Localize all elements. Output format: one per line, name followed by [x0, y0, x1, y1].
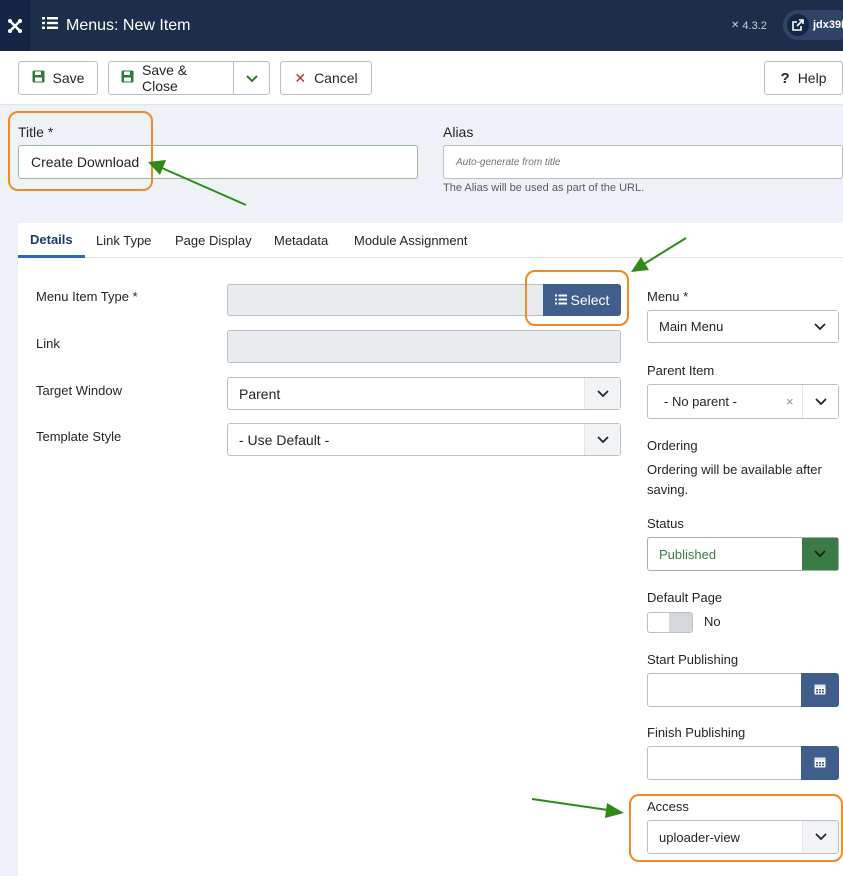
joomla-small-icon: ✕: [731, 20, 740, 31]
chevron-down-icon: [802, 538, 838, 570]
calendar-icon: [814, 755, 826, 771]
tab-page-display[interactable]: Page Display: [175, 223, 252, 258]
chevron-down-icon: [245, 70, 258, 86]
status-value: Published: [659, 546, 717, 562]
template-style-value: - Use Default -: [239, 431, 330, 448]
save-close-button[interactable]: Save & Close: [108, 61, 234, 95]
finish-publishing-input[interactable]: [647, 746, 802, 780]
tab-module-assignment[interactable]: Module Assignment: [354, 223, 467, 258]
target-window-label: Target Window: [36, 383, 122, 398]
link-label: Link: [36, 336, 60, 351]
menu-value: Main Menu: [659, 319, 724, 334]
toolbar: Save Save & Close ✕ Cancel ? Help: [0, 51, 843, 105]
user-menu-button[interactable]: jdx39B: [783, 10, 843, 40]
list-icon: [42, 16, 58, 35]
version-badge: ✕ 4.3.2: [731, 0, 767, 51]
header-bar: Menus: New Item ✕ 4.3.2 jdx39B: [0, 0, 843, 51]
close-icon: ✕: [294, 69, 307, 86]
default-page-label: Default Page: [647, 590, 723, 605]
toggle-knob: [669, 613, 692, 632]
tab-bar: Details Link Type Page Display Metadata …: [18, 223, 843, 258]
chevron-down-icon: [584, 378, 620, 409]
access-value: uploader-view: [659, 829, 740, 845]
joomla-logo-icon[interactable]: [0, 0, 30, 51]
start-publishing-calendar-button[interactable]: [801, 673, 839, 707]
target-window-select[interactable]: Parent: [227, 377, 621, 410]
help-label: Help: [797, 70, 827, 86]
cancel-label: Cancel: [314, 70, 358, 86]
title-value: Create Download: [31, 154, 140, 170]
external-link-icon: [787, 14, 809, 36]
user-name: jdx39B: [813, 19, 843, 31]
title-input[interactable]: Create Download: [18, 145, 418, 179]
access-select[interactable]: uploader-view: [647, 820, 839, 854]
alias-label: Alias: [443, 124, 474, 140]
parent-item-label: Parent Item: [647, 363, 715, 378]
select-menu-item-type-button[interactable]: Select: [543, 284, 621, 316]
ordering-text: Ordering will be available after saving.: [647, 462, 822, 497]
page-title-text: Menus: New Item: [66, 16, 191, 34]
template-style-label: Template Style: [36, 429, 122, 444]
tab-metadata[interactable]: Metadata: [274, 223, 328, 258]
save-label: Save: [52, 70, 85, 86]
finish-publishing-calendar-button[interactable]: [801, 746, 839, 780]
alias-placeholder: Auto-generate from title: [456, 156, 561, 168]
help-button[interactable]: ? Help: [764, 61, 843, 95]
select-label: Select: [570, 292, 610, 308]
save-icon: [32, 70, 45, 86]
title-label: Title *: [18, 124, 54, 140]
start-publishing-input[interactable]: [647, 673, 802, 707]
alias-help-text: The Alias will be used as part of the UR…: [443, 182, 645, 194]
finish-publishing-label: Finish Publishing: [647, 725, 746, 740]
tab-details[interactable]: Details: [18, 223, 85, 258]
status-label: Status: [647, 516, 684, 531]
access-label: Access: [647, 799, 689, 814]
calendar-icon: [814, 682, 826, 698]
target-window-value: Parent: [239, 385, 281, 402]
link-input: [227, 330, 621, 363]
start-publishing-label: Start Publishing: [647, 652, 739, 667]
tab-link-type[interactable]: Link Type: [96, 223, 151, 258]
parent-item-value: - No parent -: [664, 394, 737, 409]
status-select[interactable]: Published: [647, 537, 839, 571]
alias-input[interactable]: Auto-generate from title: [443, 145, 843, 179]
question-icon: ?: [780, 69, 790, 87]
chevron-down-icon: [802, 385, 838, 418]
ordering-label: Ordering: [647, 438, 698, 453]
menu-item-type-input: [227, 284, 544, 316]
save-icon: [121, 70, 134, 86]
menu-select[interactable]: Main Menu: [647, 310, 839, 343]
save-button[interactable]: Save: [18, 61, 98, 95]
chevron-down-icon: [802, 311, 838, 342]
menu-item-type-label: Menu Item Type *: [36, 289, 138, 304]
parent-item-select[interactable]: - No parent - ×: [647, 384, 839, 419]
default-page-value: No: [704, 614, 721, 629]
template-style-select[interactable]: - Use Default -: [227, 423, 621, 456]
cancel-button[interactable]: ✕ Cancel: [280, 61, 372, 95]
save-dropdown-toggle[interactable]: [233, 61, 270, 95]
save-close-label: Save & Close: [142, 62, 188, 94]
default-page-toggle[interactable]: [647, 612, 693, 633]
list-icon: [554, 292, 567, 308]
chevron-down-icon: [584, 424, 620, 455]
version-text: 4.3.2: [742, 19, 767, 32]
chevron-down-icon: [802, 821, 838, 853]
page-title: Menus: New Item: [42, 0, 190, 51]
menu-label: Menu *: [647, 289, 689, 304]
clear-icon[interactable]: ×: [786, 394, 794, 409]
